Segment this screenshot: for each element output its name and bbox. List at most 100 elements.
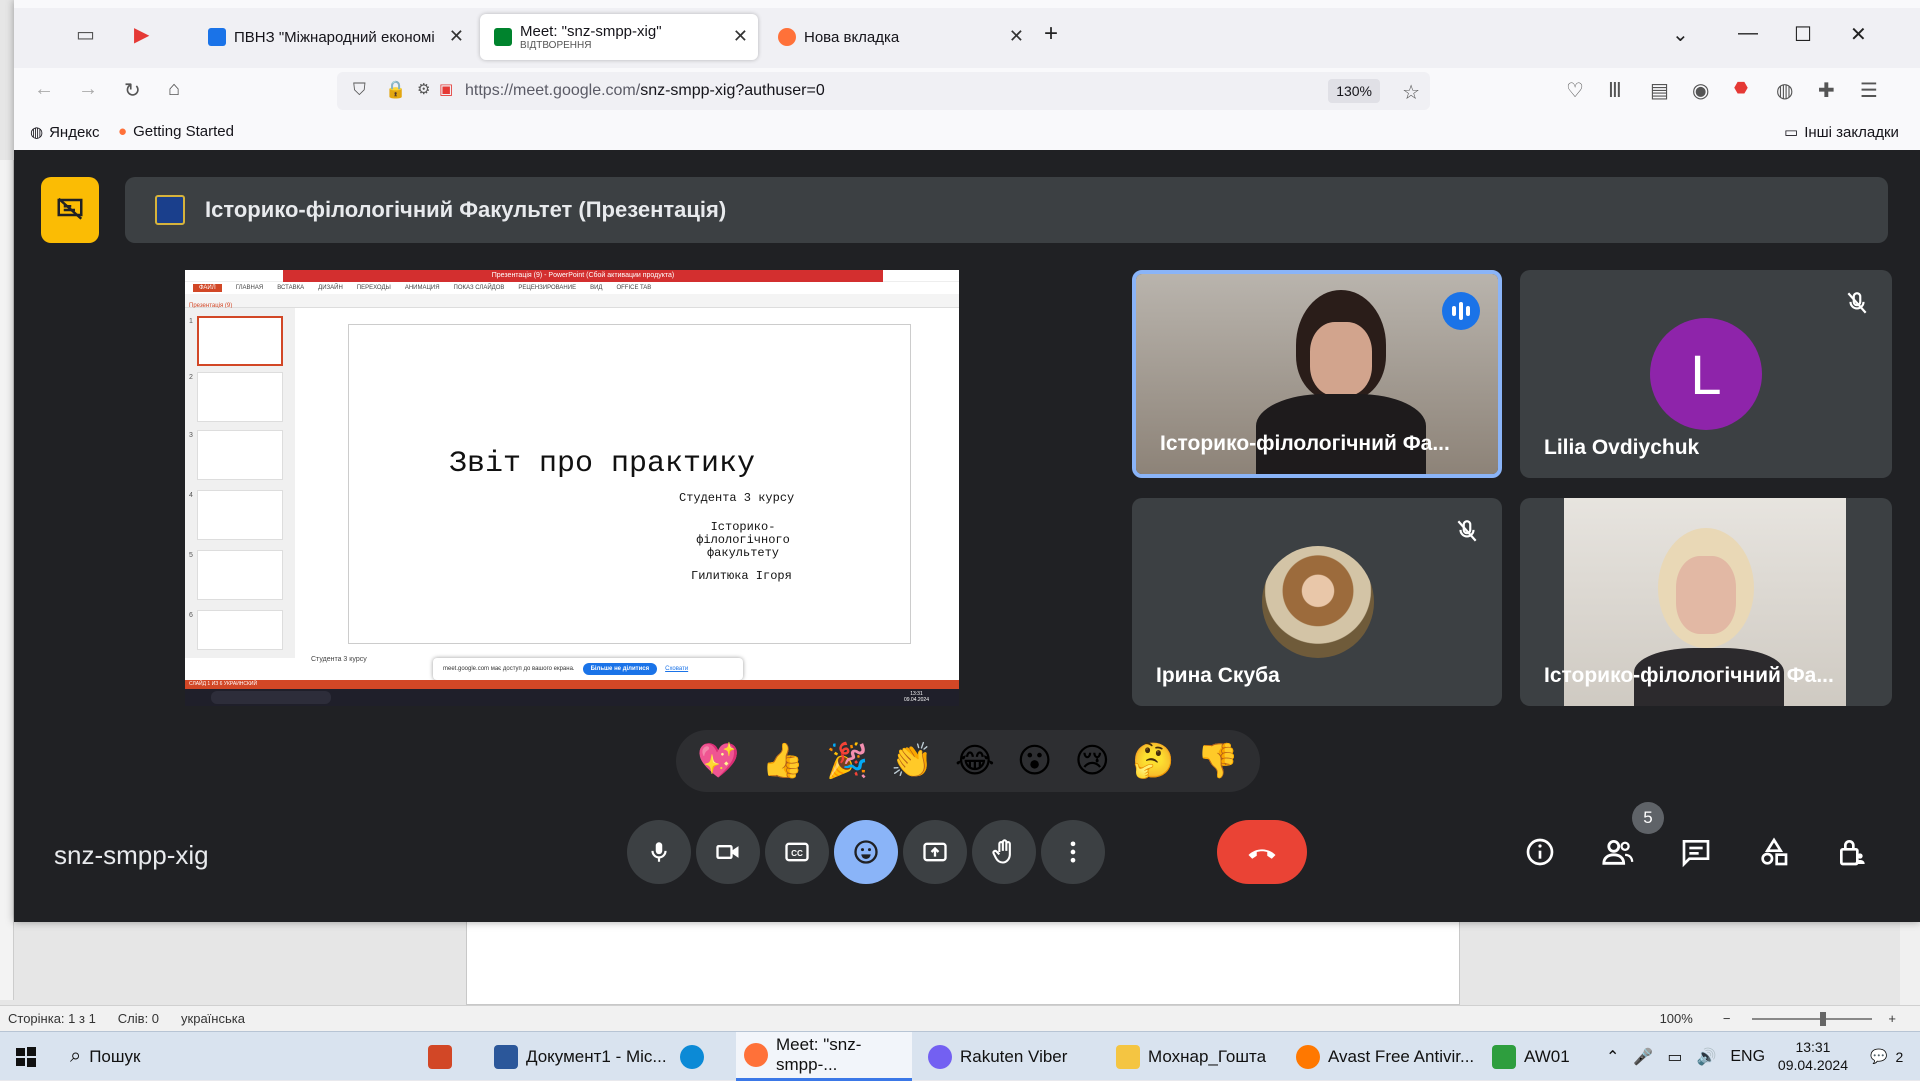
reaction-heart[interactable]: 💖 (697, 741, 739, 781)
calendar-icon (208, 28, 226, 46)
tab-new[interactable]: Нова вкладка ✕ (764, 14, 1034, 60)
battery-icon[interactable]: ▭ (1667, 1047, 1682, 1067)
chat-button[interactable] (1674, 830, 1718, 874)
system-tray[interactable]: ⌃ 🎤 ▭ 🔊 ENG (1606, 1032, 1765, 1081)
reaction-thumbs-down[interactable]: 👎 (1197, 741, 1239, 781)
extensions-icon[interactable]: ✚ (1818, 78, 1835, 103)
powerpoint-icon (428, 1044, 452, 1069)
camera-button[interactable] (696, 820, 760, 884)
reaction-surprised[interactable]: 😮 (1017, 741, 1052, 781)
bookmark-yandex[interactable]: ◍ Яндекс (30, 123, 100, 142)
taskbar-aw01[interactable]: AW01 (1492, 1032, 1592, 1081)
slide-subtitle-1: Студента 3 курсу (679, 491, 795, 505)
taskbar-firefox[interactable]: Meet: "snz-smpp-... (736, 1032, 912, 1081)
hide-popup-link: Сховати (665, 666, 689, 672)
start-button[interactable] (14, 1032, 38, 1081)
word-zoom-slider[interactable] (1752, 1011, 1873, 1026)
participant-tile-iryna[interactable]: Ірина Скуба (1132, 498, 1502, 706)
zoom-in-icon[interactable]: + (1888, 1011, 1896, 1026)
shared-screen[interactable]: Презентація (9) - PowerPoint (Сбой актив… (185, 270, 959, 706)
notifications-button[interactable]: 💬 2 (1870, 1032, 1903, 1081)
youtube-icon[interactable]: ▶ (134, 22, 149, 47)
taskbar-edge[interactable] (680, 1032, 704, 1081)
word-language[interactable]: українська (181, 1011, 245, 1026)
participant-tile-lilia[interactable]: L Lilia Ovdiychuk (1520, 270, 1892, 478)
presentation-icon[interactable] (41, 177, 99, 243)
captions-button[interactable]: CC (765, 820, 829, 884)
sidebar-icon[interactable]: ▤ (1650, 78, 1669, 103)
zoom-out-icon[interactable]: − (1723, 1011, 1731, 1026)
new-tab-button[interactable]: + (1044, 20, 1058, 48)
home-icon[interactable]: ⌂ (168, 78, 180, 101)
permissions-icon[interactable]: ⚙ (417, 80, 430, 98)
other-bookmarks[interactable]: ▭ Інші закладки (1784, 123, 1899, 142)
meeting-details-button[interactable] (1518, 830, 1562, 874)
word-document-page[interactable] (466, 915, 1460, 1005)
participant-tile-faculty[interactable]: Історико-філологічний Фа... (1520, 498, 1892, 706)
close-window-icon[interactable]: ✕ (1850, 22, 1867, 47)
taskbar-label: Мохнар_Гошта (1148, 1046, 1267, 1066)
reaction-thinking[interactable]: 🤔 (1132, 741, 1174, 781)
tab-list-icon[interactable]: ▭ (76, 22, 95, 47)
url-text[interactable]: https://meet.google.com/snz-smpp-xig?aut… (465, 82, 825, 100)
pp-app-title: Презентація (9) - PowerPoint (Сбой актив… (283, 270, 883, 282)
zoom-indicator[interactable]: 130% (1328, 79, 1380, 103)
globe-icon[interactable]: ◍ (1776, 78, 1793, 103)
word-page-count[interactable]: Сторінка: 1 з 1 (8, 1011, 96, 1026)
taskbar-avast[interactable]: Avast Free Antivir... (1296, 1032, 1486, 1081)
maximize-icon[interactable]: ☐ (1794, 22, 1812, 47)
speaker-icon[interactable]: 🔊 (1696, 1047, 1716, 1067)
keyboard-language[interactable]: ENG (1730, 1048, 1765, 1066)
bookmark-getting-started[interactable]: ● Getting Started (118, 123, 234, 140)
more-options-button[interactable] (1041, 820, 1105, 884)
tab-college[interactable]: ПВНЗ "Міжнародний економі ✕ (194, 14, 474, 60)
lock-icon[interactable]: 🔒 (385, 80, 406, 100)
bookmark-star-icon[interactable]: ☆ (1402, 80, 1420, 105)
reload-icon[interactable]: ↻ (124, 78, 141, 103)
word-scrollbar[interactable] (1900, 915, 1920, 1005)
close-tab-icon[interactable]: ✕ (733, 26, 748, 47)
reaction-clap[interactable]: 👏 (891, 741, 933, 781)
menu-icon[interactable]: ☰ (1860, 78, 1878, 103)
word-zoom-level[interactable]: 100% (1660, 1011, 1693, 1026)
camera-sharing-icon[interactable]: ▣ (439, 80, 453, 98)
forward-icon[interactable]: → (78, 78, 98, 101)
list-tabs-icon[interactable]: ⌄ (1672, 22, 1689, 47)
pocket-icon[interactable]: ♡ (1566, 78, 1584, 103)
chevron-up-icon[interactable]: ⌃ (1606, 1047, 1619, 1067)
system-clock[interactable]: 13:31 09.04.2024 (1778, 1038, 1848, 1074)
participant-tile-presenter[interactable]: Історико-філологічний Фа... (1132, 270, 1502, 478)
taskbar-folder[interactable]: Мохнар_Гошта (1116, 1032, 1288, 1081)
back-icon[interactable]: ← (34, 78, 54, 101)
library-icon[interactable]: Ⅲ (1608, 78, 1622, 103)
activities-button[interactable] (1752, 830, 1796, 874)
folder-icon: ▭ (1784, 124, 1799, 141)
mic-icon[interactable]: 🎤 (1633, 1047, 1653, 1067)
close-tab-icon[interactable]: ✕ (449, 26, 464, 47)
account-icon[interactable]: ◉ (1692, 78, 1709, 103)
globe-icon: ◍ (30, 124, 44, 141)
url-bar[interactable]: ⛉ 🔒 ⚙ ▣ https://meet.google.com/snz-smpp… (337, 72, 1430, 110)
taskbar-viber[interactable]: Rakuten Viber (928, 1032, 1098, 1081)
leave-call-button[interactable] (1217, 820, 1307, 884)
present-screen-button[interactable] (903, 820, 967, 884)
reaction-party[interactable]: 🎉 (826, 741, 868, 781)
word-word-count[interactable]: Слів: 0 (118, 1011, 159, 1026)
reaction-sad[interactable]: 😢 (1074, 741, 1109, 781)
close-tab-icon[interactable]: ✕ (1009, 26, 1024, 47)
host-controls-button[interactable] (1830, 830, 1874, 874)
taskbar-powerpoint[interactable] (428, 1032, 452, 1081)
adblock-icon[interactable]: ⬣ (1734, 78, 1748, 98)
shield-icon[interactable]: ⛉ (353, 80, 366, 100)
tab-meet[interactable]: Meet: "snz-smpp-xig" ВІДТВОРЕННЯ ✕ (480, 14, 758, 60)
reaction-thumbs-up[interactable]: 👍 (762, 741, 804, 781)
raise-hand-button[interactable] (972, 820, 1036, 884)
clock-date: 09.04.2024 (1777, 1057, 1848, 1073)
people-button[interactable] (1596, 830, 1640, 874)
minimize-icon[interactable]: — (1738, 22, 1758, 45)
taskbar-search[interactable]: ⌕ Пошук (70, 1032, 410, 1081)
presentation-title: Історико-філологічний Факультет (Презент… (205, 197, 727, 222)
reactions-button[interactable] (834, 820, 898, 884)
mic-button[interactable] (627, 820, 691, 884)
reaction-laugh[interactable]: 😂 (955, 741, 995, 781)
